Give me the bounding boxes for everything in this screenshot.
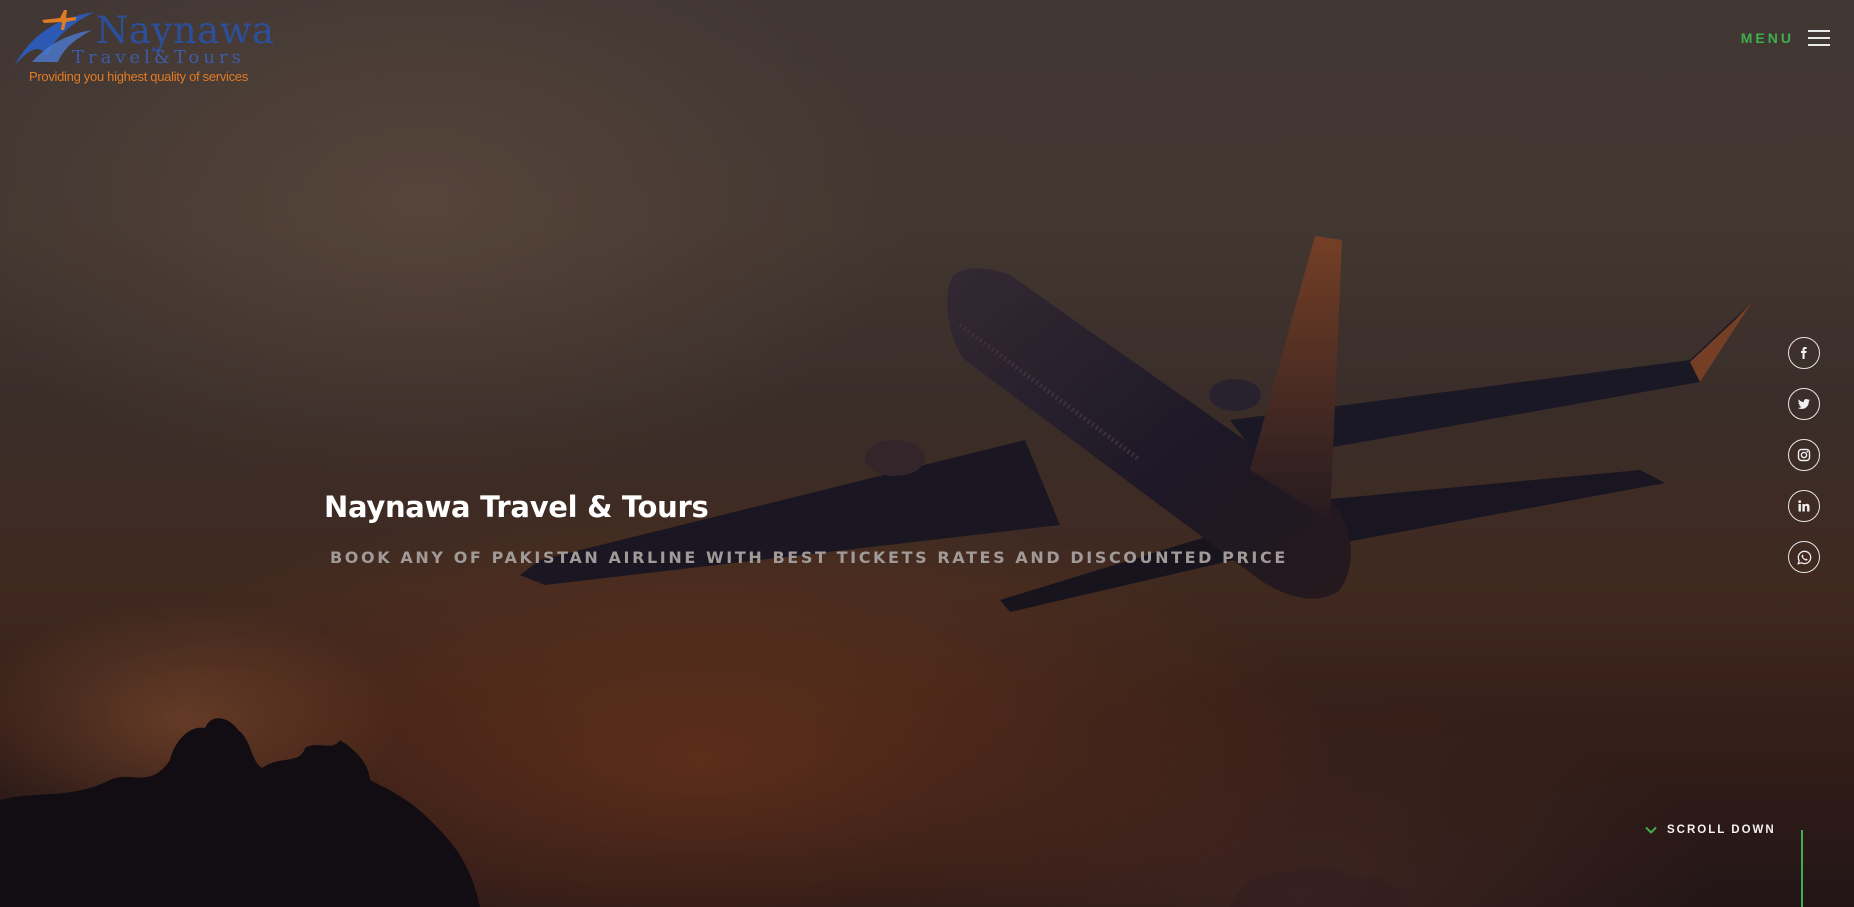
scroll-down-label: SCROLL DOWN: [1667, 824, 1776, 836]
whatsapp-link[interactable]: [1788, 541, 1820, 573]
hero-subtitle: BOOK ANY OF PAKISTAN AIRLINE WITH BEST T…: [330, 548, 1288, 567]
instagram-icon: [1797, 448, 1811, 462]
facebook-link[interactable]: [1788, 337, 1820, 369]
hero-overlay: [0, 0, 1854, 907]
instagram-link[interactable]: [1788, 439, 1820, 471]
linkedin-link[interactable]: [1788, 490, 1820, 522]
logo-subtitle: Travel&Tours: [72, 47, 245, 68]
facebook-icon: [1801, 347, 1807, 359]
scroll-down-link[interactable]: SCROLL DOWN: [1645, 824, 1776, 836]
logo-name: Naynawa: [96, 9, 275, 52]
menu-label: MENU: [1740, 30, 1794, 46]
site-logo[interactable]: Naynawa Travel&Tours Providing you highe…: [12, 4, 274, 86]
hero-section: Naynawa Travel&Tours Providing you highe…: [0, 0, 1854, 907]
hero-title: Naynawa Travel & Tours: [324, 490, 709, 524]
chevron-down-icon: [1645, 826, 1657, 834]
twitter-link[interactable]: [1788, 388, 1820, 420]
whatsapp-icon: [1796, 550, 1811, 565]
hamburger-icon: [1808, 28, 1830, 48]
scroll-indicator-line: [1801, 830, 1803, 907]
social-links: [1788, 337, 1820, 592]
logo-tagline: Providing you highest quality of service…: [29, 69, 248, 84]
twitter-icon: [1797, 399, 1810, 409]
menu-button[interactable]: MENU: [1741, 28, 1830, 48]
linkedin-icon: [1798, 500, 1810, 512]
